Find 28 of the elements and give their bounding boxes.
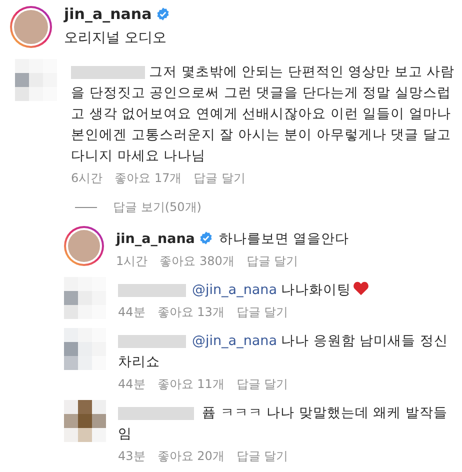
username[interactable]: jin_a_nana bbox=[116, 231, 195, 247]
reply-text: 하나를보면 열을안다 bbox=[218, 231, 350, 247]
comment-time: 43분 bbox=[118, 448, 146, 464]
view-replies-link[interactable]: 답글 보기(50개) bbox=[113, 198, 202, 216]
likes-count[interactable]: 좋아요 13개 bbox=[157, 304, 224, 320]
comment-time: 44분 bbox=[118, 304, 146, 320]
comment-time: 44분 bbox=[118, 376, 146, 392]
blurred-avatar bbox=[64, 328, 106, 370]
likes-count[interactable]: 좋아요 380개 bbox=[160, 253, 234, 269]
reply-link[interactable]: 답글 달기 bbox=[194, 170, 246, 186]
blurred-avatar bbox=[64, 277, 106, 319]
comment-time: 6시간 bbox=[71, 170, 103, 186]
mention-link[interactable]: @jin_a_nana bbox=[192, 333, 277, 349]
username[interactable]: jin_a_nana bbox=[64, 5, 152, 23]
likes-count[interactable]: 좋아요 11개 bbox=[157, 376, 224, 392]
blurred-avatar bbox=[64, 400, 106, 442]
audio-subtitle[interactable]: 오리지널 오디오 bbox=[64, 28, 174, 49]
avatar[interactable] bbox=[64, 226, 104, 266]
reply-link[interactable]: 답글 달기 bbox=[246, 253, 298, 269]
reply-link[interactable]: 답글 달기 bbox=[236, 304, 288, 320]
comment-time: 1시간 bbox=[116, 253, 148, 269]
mention-link[interactable]: @jin_a_nana bbox=[192, 282, 277, 298]
reply-link[interactable]: 답글 달기 bbox=[236, 376, 288, 392]
reply-link[interactable]: 답글 달기 bbox=[236, 448, 288, 464]
blurred-avatar bbox=[15, 59, 57, 101]
likes-count[interactable]: 좋아요 17개 bbox=[114, 170, 182, 186]
avatar[interactable] bbox=[10, 6, 52, 48]
likes-count[interactable]: 좋아요 20개 bbox=[157, 448, 224, 464]
